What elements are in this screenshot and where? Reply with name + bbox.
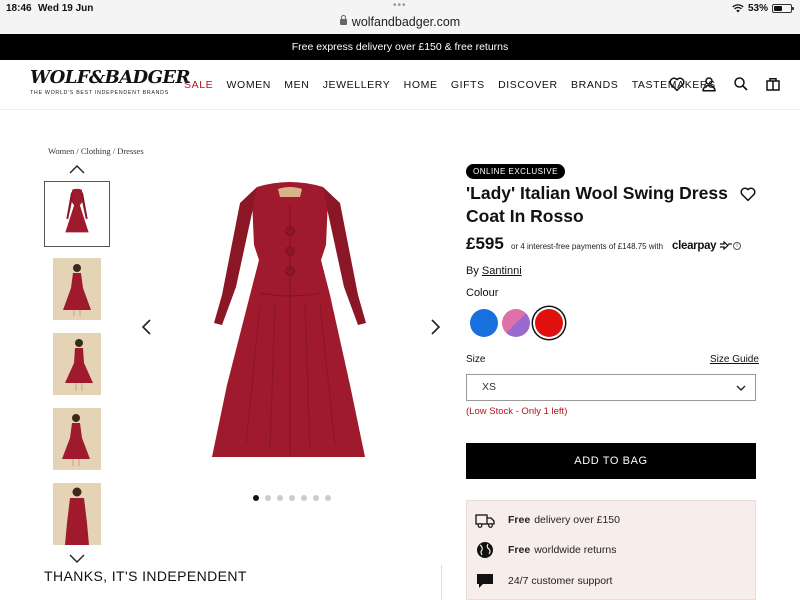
nav-item-men[interactable]: MEN xyxy=(284,79,309,91)
thumbnail-1[interactable] xyxy=(44,181,110,247)
installment-text: or 4 interest-free payments of £148.75 w… xyxy=(511,242,664,251)
nav-item-gifts[interactable]: GIFTS xyxy=(451,79,485,91)
logo-text: WOLF&BADGER xyxy=(30,67,190,88)
gallery-prev-icon[interactable] xyxy=(140,318,154,336)
chevron-down-icon xyxy=(736,385,746,391)
colour-label: Colour xyxy=(466,287,499,299)
size-selected-value: XS xyxy=(482,381,497,393)
clearpay-arrows-icon xyxy=(720,240,733,251)
add-to-bag-button[interactable]: ADD TO BAG xyxy=(466,443,756,479)
gallery-dot[interactable] xyxy=(313,495,319,501)
thumbs-up-arrow-icon[interactable] xyxy=(68,163,86,175)
info-icon[interactable]: i xyxy=(733,242,741,250)
breadcrumb[interactable]: Women / Clothing / Dresses xyxy=(48,146,144,156)
status-time: 18:46 xyxy=(6,3,32,14)
heart-icon[interactable] xyxy=(668,75,686,93)
main-nav: SALE WOMEN MEN JEWELLERY HOME GIFTS DISC… xyxy=(184,79,729,91)
thumbnail-5[interactable] xyxy=(53,483,101,545)
colour-swatch-red[interactable] xyxy=(535,309,563,337)
bag-icon[interactable] xyxy=(764,75,782,93)
nav-item-brands[interactable]: BRANDS xyxy=(571,79,618,91)
url-text: wolfandbadger.com xyxy=(351,15,461,29)
stock-warning: (Low Stock - Only 1 left) xyxy=(466,406,568,417)
size-guide-link[interactable]: Size Guide xyxy=(710,354,759,365)
colour-swatch-blue[interactable] xyxy=(470,309,498,337)
battery-icon xyxy=(772,4,794,13)
status-right: 53% xyxy=(732,3,794,14)
size-select[interactable]: XS xyxy=(466,374,756,401)
wishlist-heart-icon[interactable] xyxy=(739,185,757,203)
brand-line: By Santinni xyxy=(466,265,522,277)
ios-status-bar: 18:46 Wed 19 Jun ••• wolfandbadger.com 5… xyxy=(0,0,800,34)
gallery-dot[interactable] xyxy=(277,495,283,501)
perk-returns: Free worldwide returns xyxy=(475,541,616,559)
more-dots-icon[interactable]: ••• xyxy=(393,0,407,11)
search-icon[interactable] xyxy=(732,75,750,93)
user-icon[interactable] xyxy=(700,75,718,93)
product-title: 'Lady' Italian Wool Swing Dress Coat In … xyxy=(466,183,728,226)
nav-item-jewellery[interactable]: JEWELLERY xyxy=(323,79,391,91)
battery-percent: 53% xyxy=(747,3,768,14)
gallery-dot[interactable] xyxy=(265,495,271,501)
thumbs-down-arrow-icon[interactable] xyxy=(68,553,86,565)
site-header: WOLF&BADGER THE WORLD'S BEST INDEPENDENT… xyxy=(0,60,800,110)
truck-icon xyxy=(475,514,495,528)
nav-item-sale[interactable]: SALE xyxy=(184,79,213,91)
clearpay-logo: clearpay xyxy=(672,240,733,252)
perk-delivery-bold: Free xyxy=(508,514,531,526)
gallery-dot[interactable] xyxy=(325,495,331,501)
nav-item-women[interactable]: WOMEN xyxy=(227,79,271,91)
product-main-image[interactable] xyxy=(200,175,380,475)
gallery-dots xyxy=(253,495,331,501)
perk-delivery: Free delivery over £150 xyxy=(475,511,620,529)
chat-icon xyxy=(477,574,493,588)
colour-swatch-pink-purple[interactable] xyxy=(502,309,530,337)
lock-icon xyxy=(339,15,347,25)
wifi-icon xyxy=(732,4,744,13)
status-date: Wed 19 Jun xyxy=(38,3,94,14)
nav-item-discover[interactable]: DISCOVER xyxy=(498,79,558,91)
by-prefix: By xyxy=(466,265,479,277)
perk-support-text: 24/7 customer support xyxy=(508,575,613,587)
thumbnail-2[interactable] xyxy=(53,258,101,320)
perk-returns-bold: Free xyxy=(508,544,531,556)
footer-tagline: THANKS, IT'S INDEPENDENT xyxy=(44,568,247,584)
promo-banner[interactable]: Free express delivery over £150 & free r… xyxy=(0,34,800,60)
nav-item-home[interactable]: HOME xyxy=(404,79,438,91)
brand-link[interactable]: Santinni xyxy=(482,265,522,277)
address-bar[interactable]: wolfandbadger.com xyxy=(0,15,800,29)
perks-box: Free delivery over £150 Free worldwide r… xyxy=(466,500,756,600)
thumbnail-4[interactable] xyxy=(53,408,101,470)
clearpay-text: clearpay xyxy=(672,240,717,252)
perk-delivery-text: delivery over £150 xyxy=(534,514,620,526)
logo-tagline: THE WORLD'S BEST INDEPENDENT BRANDS xyxy=(30,90,169,96)
gallery-dot[interactable] xyxy=(253,495,259,501)
promo-text: Free express delivery over £150 & free r… xyxy=(291,41,509,53)
header-icons xyxy=(668,75,782,93)
gallery-dot[interactable] xyxy=(289,495,295,501)
perk-support: 24/7 customer support xyxy=(475,572,612,590)
divider xyxy=(441,565,442,600)
product-price: £595 xyxy=(466,234,504,253)
online-exclusive-badge: ONLINE EXCLUSIVE xyxy=(466,164,565,179)
thumbnail-3[interactable] xyxy=(53,333,101,395)
globe-icon xyxy=(477,542,493,558)
logo[interactable]: WOLF&BADGER THE WORLD'S BEST INDEPENDENT… xyxy=(30,67,190,97)
gallery-next-icon[interactable] xyxy=(428,318,442,336)
gallery-dot[interactable] xyxy=(301,495,307,501)
perk-returns-text: worldwide returns xyxy=(534,544,617,556)
size-label: Size xyxy=(466,354,486,365)
